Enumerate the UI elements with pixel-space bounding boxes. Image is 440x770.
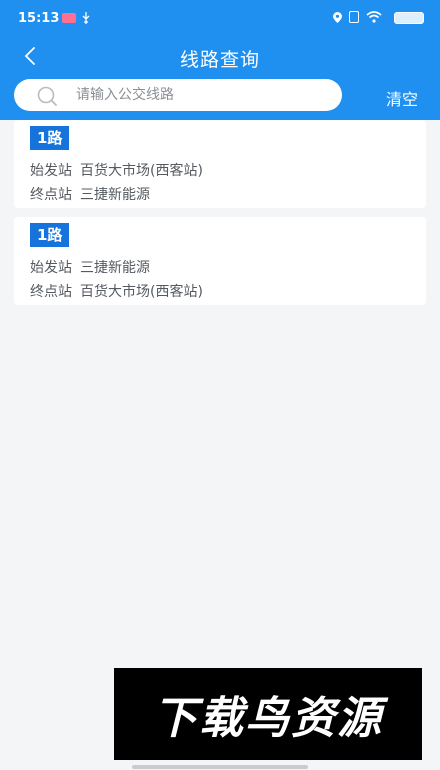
end-station-name: 百货大市场(西客站) <box>80 284 203 300</box>
usb-icon <box>82 12 90 24</box>
battery-icon <box>394 12 424 24</box>
end-station-name: 三捷新能源 <box>80 187 150 203</box>
clear-button[interactable]: 清空 <box>386 86 418 110</box>
status-bar: 15:13 <box>0 0 440 36</box>
start-station-label: 始发站 <box>30 163 72 179</box>
home-indicator[interactable] <box>132 765 308 769</box>
search-row: 清空 <box>0 76 440 116</box>
status-time: 15:13 <box>18 11 60 26</box>
start-station-name: 三捷新能源 <box>80 260 150 276</box>
page-title: 线路查询 <box>179 49 260 71</box>
status-left-icons <box>62 12 90 24</box>
end-station-label: 终点站 <box>30 284 72 300</box>
end-station-label: 终点站 <box>30 187 72 203</box>
start-station-line: 始发站 百货大市场(西客站) <box>30 160 203 180</box>
watermark-text: 下载鸟资源 <box>153 693 383 744</box>
location-icon <box>333 11 342 23</box>
header: 15:13 线路查询 请输入公交线路 清空 <box>0 0 440 120</box>
status-right-icons <box>333 11 382 23</box>
nav-bar: 线路查询 <box>0 36 440 76</box>
notification-icon <box>62 13 76 23</box>
route-number-badge: 1路 <box>30 223 70 247</box>
start-station-line: 始发站 三捷新能源 <box>30 257 150 277</box>
search-box[interactable] <box>14 79 342 111</box>
start-station-label: 始发站 <box>30 260 72 276</box>
route-number-badge: 1路 <box>30 126 70 150</box>
screen: 15:13 线路查询 请输入公交线路 清空 1路 始发站 百货大市场(西客站) … <box>0 0 440 770</box>
search-input[interactable] <box>76 79 332 111</box>
route-card[interactable]: 1路 始发站 三捷新能源 终点站 百货大市场(西客站) <box>14 217 426 305</box>
end-station-line: 终点站 百货大市场(西客站) <box>30 281 203 301</box>
search-icon <box>37 86 57 106</box>
route-card[interactable]: 1路 始发站 百货大市场(西客站) 终点站 三捷新能源 <box>14 120 426 208</box>
end-station-line: 终点站 三捷新能源 <box>30 184 150 204</box>
start-station-name: 百货大市场(西客站) <box>80 163 203 179</box>
sim-icon <box>349 11 359 23</box>
watermark-logo: 下载鸟资源 <box>114 668 422 760</box>
wifi-icon <box>366 11 382 23</box>
